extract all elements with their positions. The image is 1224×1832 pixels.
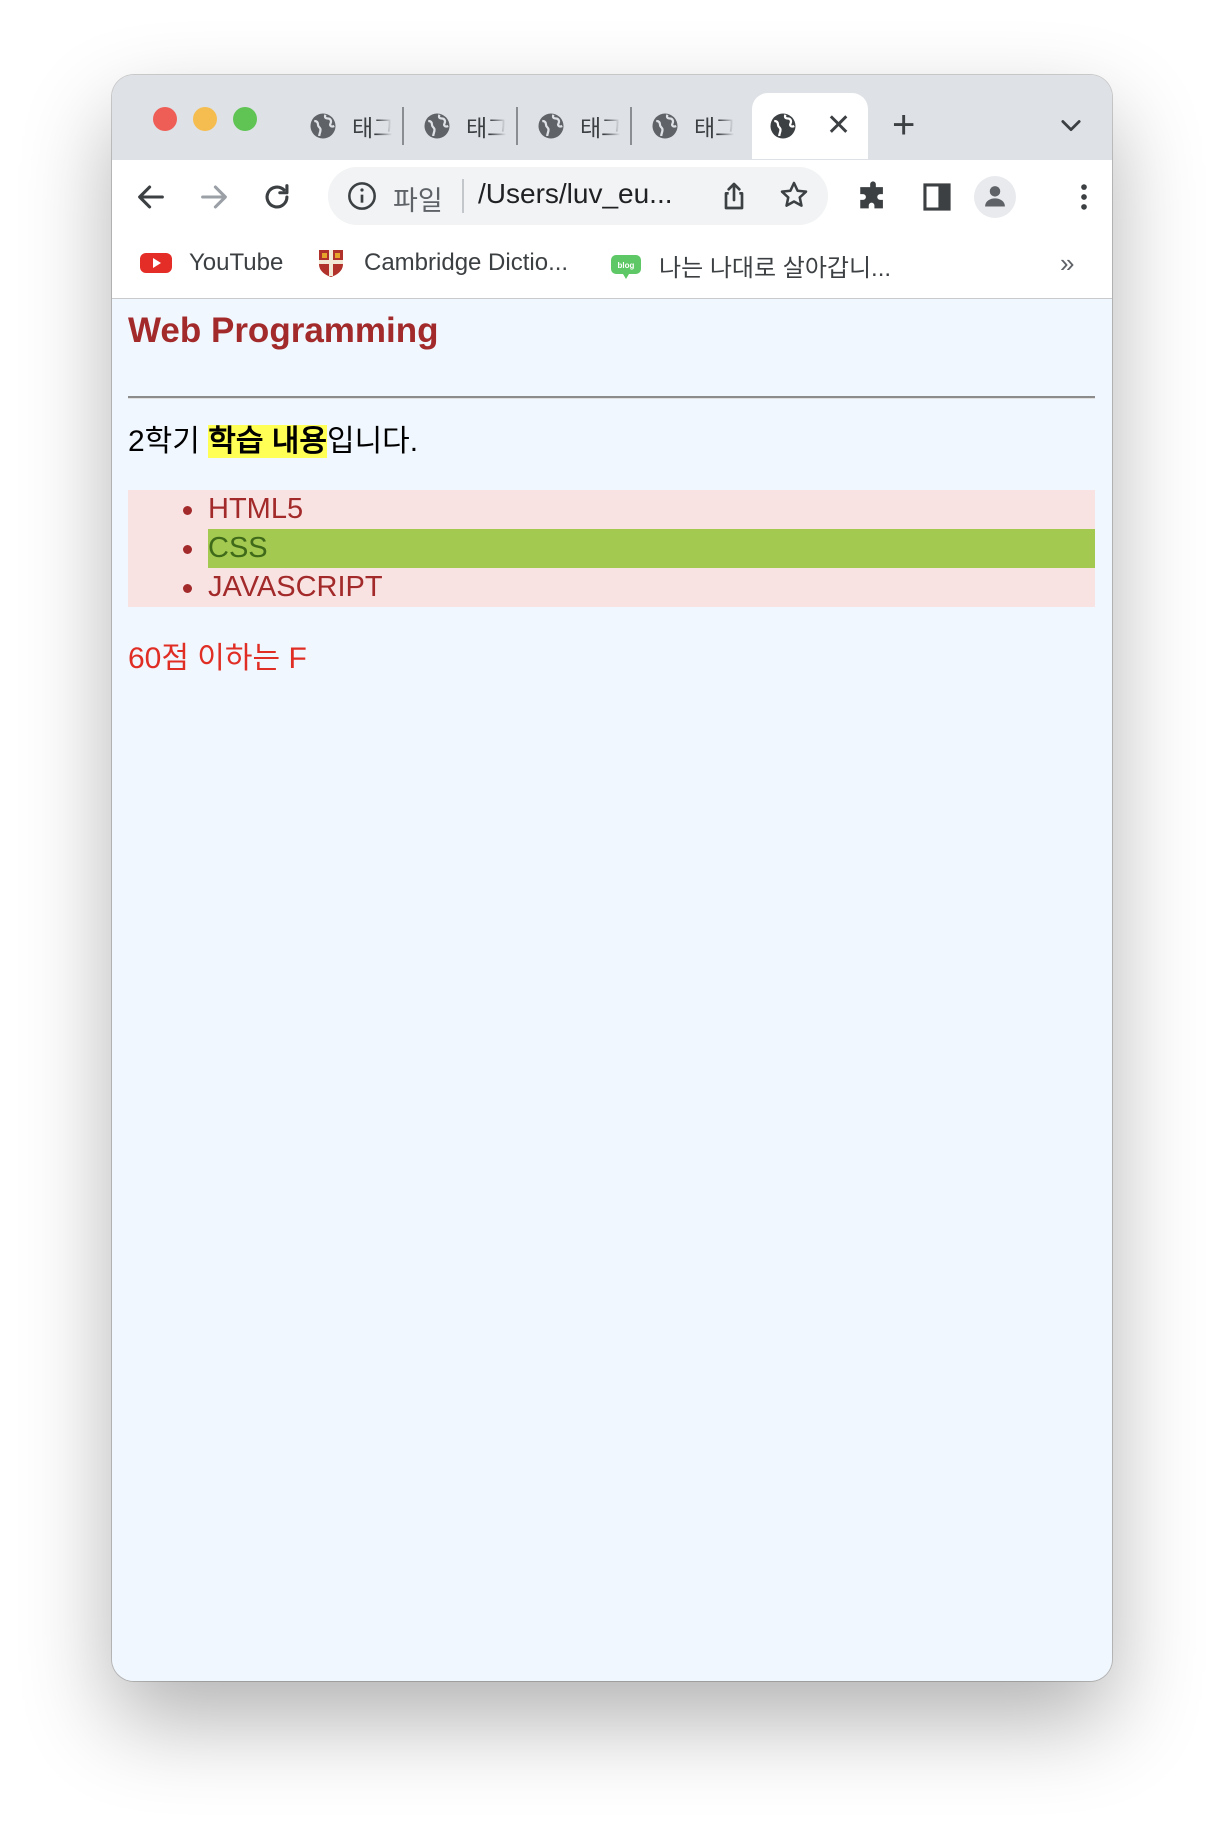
reload-icon[interactable] [260, 180, 294, 214]
tab-title: 태그 [580, 115, 620, 141]
intro-prefix: 2학기 [128, 425, 209, 458]
globe-icon [770, 113, 796, 139]
intro-highlight: 학습 내용 [208, 425, 327, 458]
globe-icon [538, 113, 564, 139]
bookmarks-overflow-button[interactable]: » [1060, 248, 1074, 279]
list-item-text: HTML5 [208, 493, 304, 525]
bookmarks-bar: YouTube Cambridge Dictio... blog 나는 나대로 … [112, 234, 1112, 299]
tab-2[interactable]: 태그 [422, 93, 506, 159]
url-text[interactable]: /Users/luv_eu... [478, 178, 673, 210]
back-arrow-icon[interactable] [134, 180, 168, 214]
tab-4[interactable]: 태그 [650, 93, 734, 159]
tab-separator [402, 107, 404, 145]
close-tab-icon[interactable]: ✕ [826, 111, 851, 141]
page-content: Web Programming 2학기 학습 내용입니다. HTML5 CSS … [112, 299, 1112, 1681]
bookmark-blog[interactable]: blog 나는 나대로 살아갑니... [609, 248, 891, 283]
info-icon[interactable] [346, 180, 378, 212]
bullet-icon [183, 584, 192, 593]
youtube-icon [140, 253, 172, 273]
zoom-window-button[interactable] [233, 107, 257, 131]
list-item-text: JAVASCRIPT [208, 571, 383, 603]
grade-note: 60점 이하는 F [128, 642, 307, 675]
tab-active[interactable]: ✕ [752, 93, 868, 159]
bookmark-label: Cambridge Dictio... [364, 249, 569, 276]
topic-list: HTML5 CSS JAVASCRIPT [128, 490, 1095, 607]
globe-icon [424, 113, 450, 139]
browser-toolbar: 파일 /Users/luv_eu... [112, 160, 1112, 234]
bullet-icon [183, 506, 192, 515]
browser-window: 태그 태그 태그 태그 ✕ + 파일 /Users/luv_eu... YouT… [112, 75, 1112, 1681]
bookmark-cambridge[interactable]: Cambridge Dictio... [314, 248, 568, 278]
extensions-puzzle-icon[interactable] [856, 180, 890, 214]
profile-avatar[interactable] [974, 176, 1016, 218]
person-icon [985, 186, 1005, 207]
tab-separator [516, 107, 518, 145]
horizontal-rule [128, 396, 1095, 399]
intro-suffix: 입니다. [326, 425, 419, 458]
bookmark-star-icon[interactable] [778, 179, 810, 211]
new-tab-button[interactable]: + [892, 105, 915, 145]
tab-strip: 태그 태그 태그 태그 ✕ + [112, 75, 1112, 160]
tab-title: 태그 [466, 115, 506, 141]
tab-separator [630, 107, 632, 145]
cambridge-crest-icon [319, 250, 343, 277]
svg-text:blog: blog [618, 261, 635, 270]
file-scheme-label: 파일 [393, 186, 443, 216]
list-item-text: CSS [208, 529, 1095, 568]
bullet-icon [183, 545, 192, 554]
bookmark-label: 나는 나대로 살아갑니... [659, 255, 892, 282]
list-item: HTML5 [128, 490, 1095, 529]
forward-arrow-icon[interactable] [197, 180, 231, 214]
globe-icon [652, 113, 678, 139]
bookmark-youtube[interactable]: YouTube [139, 248, 283, 278]
globe-icon [310, 113, 336, 139]
tab-title: 태그 [352, 115, 392, 141]
share-icon[interactable] [718, 179, 750, 213]
page-title: Web Programming [128, 311, 439, 350]
side-panel-icon[interactable] [920, 180, 954, 214]
tab-3[interactable]: 태그 [536, 93, 620, 159]
blog-icon: blog [611, 254, 641, 279]
address-bar[interactable]: 파일 /Users/luv_eu... [328, 167, 828, 225]
minimize-window-button[interactable] [193, 107, 217, 131]
address-divider [462, 179, 464, 213]
bookmark-label: YouTube [189, 249, 284, 276]
close-window-button[interactable] [153, 107, 177, 131]
tab-1[interactable]: 태그 [308, 93, 392, 159]
tab-title: 태그 [694, 115, 734, 141]
list-item: JAVASCRIPT [128, 568, 1095, 607]
more-vertical-icon[interactable] [1067, 180, 1101, 214]
tab-search-chevron-icon[interactable] [1057, 111, 1085, 139]
intro-paragraph: 2학기 학습 내용입니다. [128, 416, 418, 460]
list-item-highlighted: CSS [128, 529, 1095, 568]
